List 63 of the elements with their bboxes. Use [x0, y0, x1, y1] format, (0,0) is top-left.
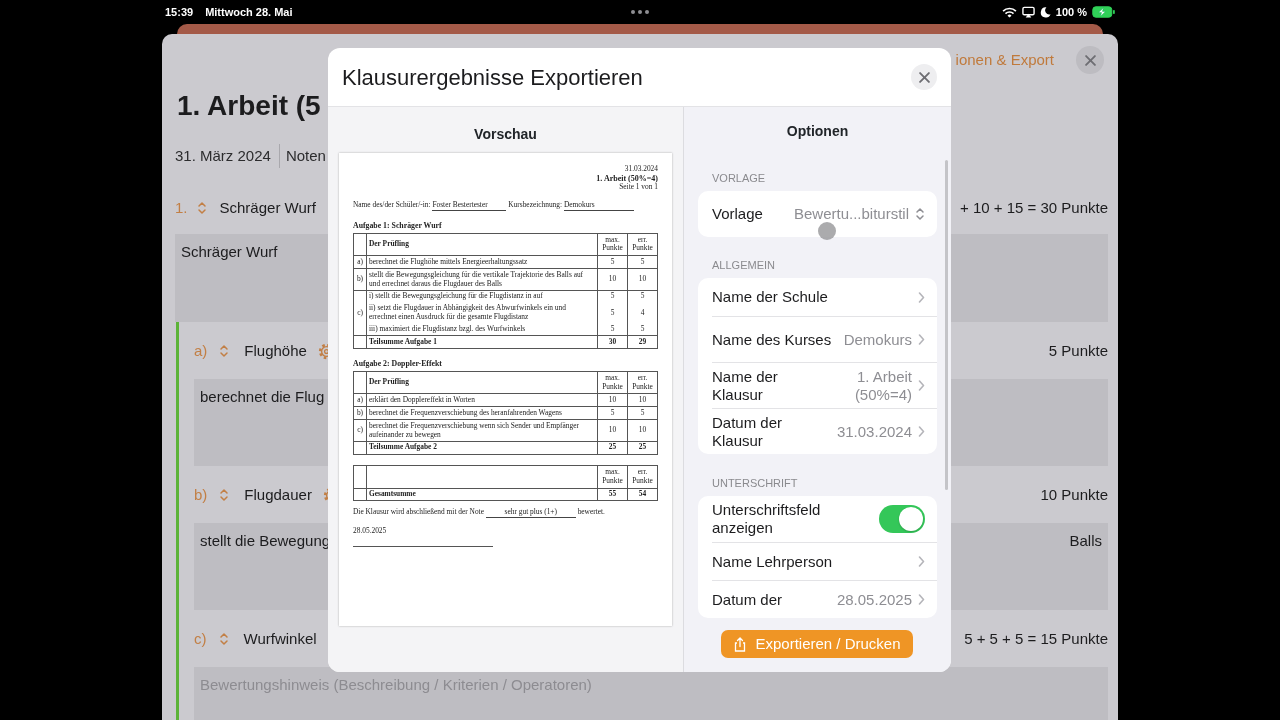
setting-label: Datum der [712, 590, 783, 609]
export-button[interactable]: Exportieren / Drucken [721, 630, 913, 658]
chevron-updown-icon[interactable] [915, 207, 925, 221]
chevron-updown-icon[interactable] [219, 488, 230, 502]
points-label: 5 Punkte [1048, 340, 1108, 361]
chevron-right-icon[interactable] [918, 594, 925, 605]
task-title: Schräger Wurf [219, 197, 316, 218]
close-icon [1084, 54, 1096, 66]
setting-label: Name der Schule [712, 288, 828, 306]
section-caption: ALLGEMEIN [711, 258, 776, 272]
document-title: 1. Arbeit (50%=4) [595, 173, 658, 184]
battery-percent: 100 % [1055, 4, 1087, 20]
options-export-link[interactable]: ionen & Export [955, 48, 1054, 72]
task-number: a) [194, 340, 208, 361]
scrollbar[interactable] [945, 160, 948, 490]
chevron-right-icon[interactable] [918, 291, 925, 303]
chevron-updown-icon[interactable] [219, 344, 230, 358]
setting-value: 31.03.2024 [836, 422, 912, 441]
exam-date: 31. März 2024 [175, 146, 271, 166]
exam-title: 1. Arbeit (5 [177, 89, 322, 123]
section-caption: VORLAGE [711, 171, 767, 185]
setting-value: Demokurs [843, 330, 912, 349]
setting-value: 1. Arbeit (50%=4) [853, 367, 912, 404]
task-number: c) [194, 628, 207, 649]
chevron-updown-icon[interactable] [218, 632, 229, 646]
preview-heading: Vorschau [473, 125, 538, 144]
points-label: + 10 + 15 = 30 Punkte [959, 197, 1108, 218]
chevron-right-icon[interactable] [918, 556, 925, 567]
close-button[interactable] [1076, 46, 1104, 74]
status-date: Mittwoch 28. Mai [205, 4, 293, 20]
more-dots-icon[interactable] [630, 9, 650, 15]
task-title: Flugdauer [244, 484, 312, 505]
setting-label: Vorlage [712, 205, 763, 223]
setting-label: Name Lehrperson [712, 552, 833, 571]
grades-label[interactable]: Noten [278, 144, 326, 168]
toggle-switch[interactable] [879, 505, 925, 533]
setting-label: Datum der Klausur [712, 413, 784, 450]
task-number: b) [194, 484, 208, 505]
share-icon [733, 636, 748, 652]
wifi-icon [1001, 6, 1017, 18]
picker-value[interactable]: Bewertu...biturstil [793, 205, 909, 223]
close-button[interactable] [911, 64, 937, 90]
chevron-right-icon[interactable] [918, 334, 925, 345]
chevron-right-icon[interactable] [918, 380, 925, 391]
section-caption: UNTERSCHRIFT [711, 476, 799, 490]
setting-label: Name des Kurses [712, 330, 832, 349]
chevron-updown-icon[interactable] [196, 201, 207, 215]
setting-label: Unterschriftsfeld anzeigen [712, 501, 822, 537]
status-time: 15:39 [165, 4, 194, 20]
setting-label: Name der Klausur [712, 367, 779, 404]
moon-icon [1039, 6, 1051, 18]
dialog-title: Klausurergebnisse Exportieren [342, 63, 643, 92]
points-label: 10 Punkte [1040, 484, 1108, 505]
task-title: Flughöhe [244, 340, 307, 361]
setting-value: 28.05.2025 [836, 590, 912, 609]
close-icon [918, 71, 930, 83]
chevron-right-icon[interactable] [918, 426, 925, 437]
task-title: Wurfwinkel [243, 628, 317, 649]
points-label: 5 + 5 + 5 = 15 Punkte [964, 628, 1108, 649]
screen-mirroring-icon [1021, 6, 1035, 18]
task-number: 1. [175, 197, 188, 218]
battery-charging-icon [1092, 6, 1115, 18]
options-heading: Optionen [785, 122, 850, 141]
